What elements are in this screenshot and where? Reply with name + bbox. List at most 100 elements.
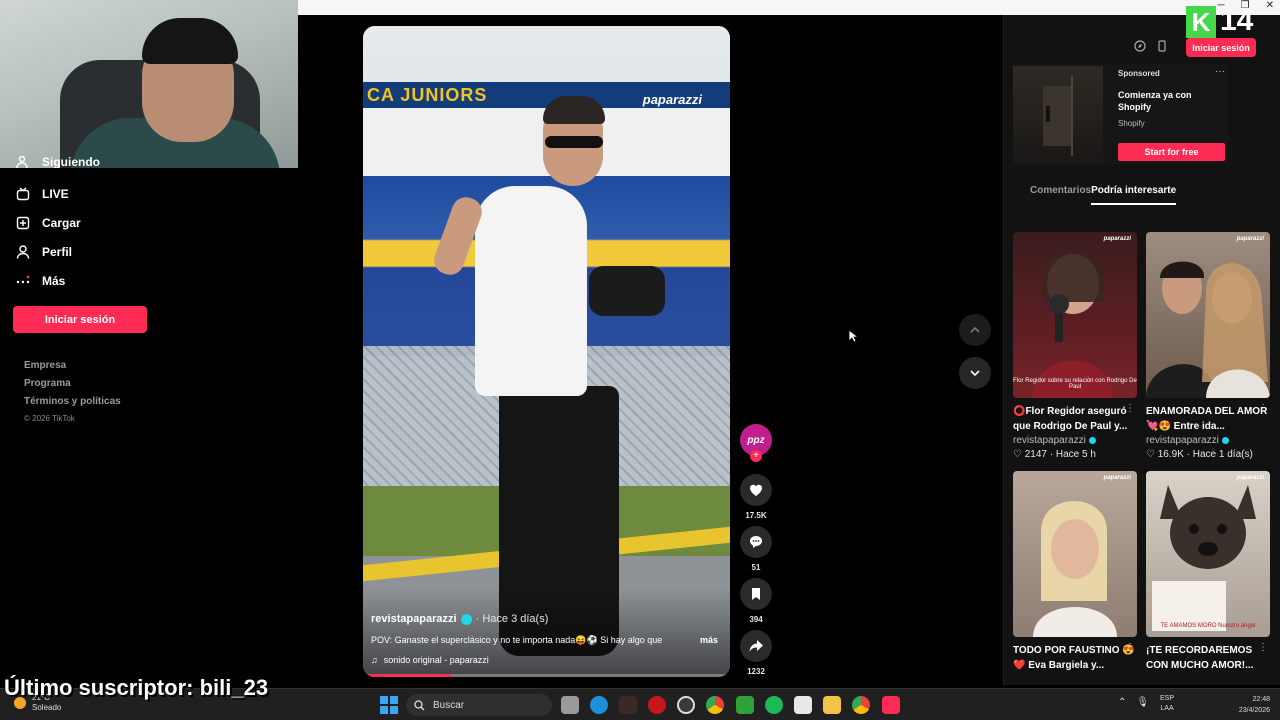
- taskview-icon[interactable]: [561, 696, 579, 714]
- card-thumbnail[interactable]: paparazzi: [1013, 471, 1137, 637]
- heart-icon: [749, 484, 763, 496]
- taskbar-clock[interactable]: 22:48 23/4/2026: [1222, 694, 1270, 716]
- chevron-up-icon[interactable]: ⌃: [1118, 697, 1126, 708]
- microphone-icon[interactable]: 🎙: [1136, 697, 1149, 708]
- channel-logo-number: 14: [1220, 4, 1254, 37]
- card-thumbnail[interactable]: paparazzi TE AMAMOS MORO Nuestro ángel: [1146, 471, 1270, 637]
- share-button[interactable]: [740, 630, 772, 662]
- sidebar-item-profile[interactable]: Perfil: [16, 242, 72, 262]
- copyright: © 2026 TikTok: [24, 414, 75, 423]
- app-icon[interactable]: [648, 696, 666, 714]
- previous-video-button[interactable]: [959, 314, 991, 346]
- bookmark-icon: [752, 588, 760, 600]
- search-placeholder: Buscar: [433, 699, 465, 711]
- footer-link-company[interactable]: Empresa: [24, 360, 121, 378]
- card-title[interactable]: ¡TE RECORDAREMOS CON MUCHO AMOR!...: [1146, 643, 1270, 673]
- sidebar-item-following[interactable]: Siguiendo: [16, 156, 100, 168]
- file-explorer-icon[interactable]: [823, 696, 841, 714]
- taskbar-search[interactable]: Buscar: [406, 694, 552, 716]
- header-icons: [1134, 40, 1168, 52]
- card-thumbnail-scene: [1033, 252, 1113, 398]
- thumb-brand: paparazzi: [1236, 236, 1264, 242]
- search-icon: [414, 699, 425, 710]
- clock-time: 22:48: [1252, 696, 1270, 703]
- card-thumbnail[interactable]: paparazzi Flor Regidor sobre su relación…: [1013, 232, 1137, 398]
- caption-more-link[interactable]: más: [700, 635, 718, 645]
- card-author[interactable]: revistapaparazzi: [1146, 435, 1270, 446]
- sidebar-item-live[interactable]: LIVE: [16, 184, 69, 204]
- card-options-icon[interactable]: ⋮: [1258, 403, 1268, 414]
- verified-icon: [460, 613, 472, 625]
- video-person-hair: [543, 96, 605, 124]
- like-button[interactable]: [740, 474, 772, 506]
- ad-thumbnail[interactable]: [1013, 66, 1103, 162]
- recommended-video-card[interactable]: paparazzi Flor Regidor sobre su relación…: [1013, 232, 1137, 460]
- recommended-video-card[interactable]: paparazzi ENAMORADA DEL AMOR💘😍 Entre ida…: [1146, 232, 1270, 460]
- save-button[interactable]: [740, 578, 772, 610]
- card-thumbnail[interactable]: paparazzi: [1146, 232, 1270, 398]
- card-meta: ♡ 16.9K · Hace 1 día(s): [1146, 449, 1253, 460]
- video-time: · Hace 3 día(s): [475, 613, 549, 625]
- xbox-icon[interactable]: [736, 696, 754, 714]
- compass-icon[interactable]: [1134, 40, 1146, 52]
- spotify-icon[interactable]: [765, 696, 783, 714]
- screen: ─ ❐ ✕ Siguiendo LIVE Cargar Perfil Más I…: [0, 0, 1280, 720]
- tiktok-icon[interactable]: [882, 696, 900, 714]
- chrome-icon[interactable]: [852, 696, 870, 714]
- card-options-icon[interactable]: ⋮: [1258, 642, 1268, 653]
- comment-button[interactable]: [740, 526, 772, 558]
- login-button[interactable]: Iniciar sesión: [13, 306, 147, 333]
- card-author-name[interactable]: revistapaparazzi: [1146, 435, 1219, 446]
- card-thumbnail-scene: [1033, 501, 1117, 637]
- edge-icon[interactable]: [590, 696, 608, 714]
- video-person-bag: [589, 266, 665, 316]
- card-options-icon[interactable]: ⋮: [1125, 403, 1135, 414]
- sidebar-item-more[interactable]: Más: [16, 271, 65, 291]
- tab-recommended[interactable]: Podría interesarte: [1091, 185, 1177, 205]
- app-icon[interactable]: [794, 696, 812, 714]
- card-author[interactable]: revistapaparazzi: [1013, 435, 1137, 446]
- video-person-shirt: [475, 186, 587, 396]
- profile-icon: [16, 245, 30, 259]
- ad-cta-button[interactable]: Start for free: [1118, 143, 1225, 161]
- tab-comments[interactable]: Comentarios: [1030, 185, 1091, 205]
- card-author-name[interactable]: revistapaparazzi: [1013, 435, 1086, 446]
- chrome-icon[interactable]: [706, 696, 724, 714]
- video-author-name[interactable]: revistapaparazzi: [371, 613, 457, 625]
- video-progress-bar[interactable]: [363, 674, 730, 677]
- recommended-video-card[interactable]: paparazzi TE AMAMOS MORO Nuestro ángel ¡…: [1146, 471, 1270, 673]
- right-panel-tabs: Comentarios Podría interesarte: [1030, 185, 1177, 205]
- footer-link-terms[interactable]: Términos y políticas: [24, 396, 121, 414]
- card-title[interactable]: ⭕Flor Regidor aseguró que Rodrigo De Pau…: [1013, 404, 1137, 434]
- thumb-caption: Flor Regidor sobre su relación con Rodri…: [1013, 378, 1137, 390]
- ad-title[interactable]: Comienza ya con Shopify: [1118, 89, 1218, 113]
- obs-icon[interactable]: [677, 696, 695, 714]
- mobile-icon[interactable]: [1156, 40, 1168, 52]
- lang-bottom: LAA: [1160, 705, 1174, 712]
- save-count: 394: [749, 615, 763, 624]
- sidebar-footer: Empresa Programa Términos y políticas © …: [24, 360, 121, 432]
- footer-link-program[interactable]: Programa: [24, 378, 121, 396]
- card-options-icon[interactable]: ⋮: [1125, 642, 1135, 653]
- sponsored-ad[interactable]: Sponsored ··· Comienza ya con Shopify Sh…: [1013, 64, 1228, 164]
- sidebar-item-upload[interactable]: Cargar: [16, 213, 81, 233]
- video-author[interactable]: revistapaparazzi · Hace 3 día(s): [371, 613, 548, 625]
- header-login-button[interactable]: Iniciar sesión: [1186, 38, 1256, 57]
- card-title[interactable]: TODO POR FAUSTINO 😍❤️ Eva Bargiela y...: [1013, 643, 1137, 673]
- weather-desc: Soleado: [32, 703, 62, 712]
- next-video-button[interactable]: [959, 357, 991, 389]
- video-player[interactable]: CA JUNIORS paparazzi revistapaparazzi · …: [363, 26, 730, 677]
- ad-options-icon[interactable]: ···: [1215, 66, 1225, 77]
- start-button[interactable]: [380, 696, 398, 714]
- chevron-down-icon: [970, 370, 980, 377]
- video-progress-fill: [363, 674, 452, 677]
- video-music[interactable]: ♫ sonido original - paparazzi: [371, 655, 489, 665]
- card-title[interactable]: ENAMORADA DEL AMOR💘😍 Entre ida...: [1146, 404, 1270, 434]
- follow-plus-icon[interactable]: +: [750, 450, 762, 462]
- sidebar-item-label: Siguiendo: [42, 156, 100, 168]
- language-indicator[interactable]: ESP LAA: [1160, 694, 1174, 714]
- latest-subscriber-overlay: Último suscriptor: bili_23: [4, 675, 269, 700]
- ad-brand[interactable]: Shopify: [1118, 119, 1145, 128]
- recommended-video-card[interactable]: paparazzi TODO POR FAUSTINO 😍❤️ Eva Barg…: [1013, 471, 1137, 673]
- app-icon[interactable]: [619, 696, 637, 714]
